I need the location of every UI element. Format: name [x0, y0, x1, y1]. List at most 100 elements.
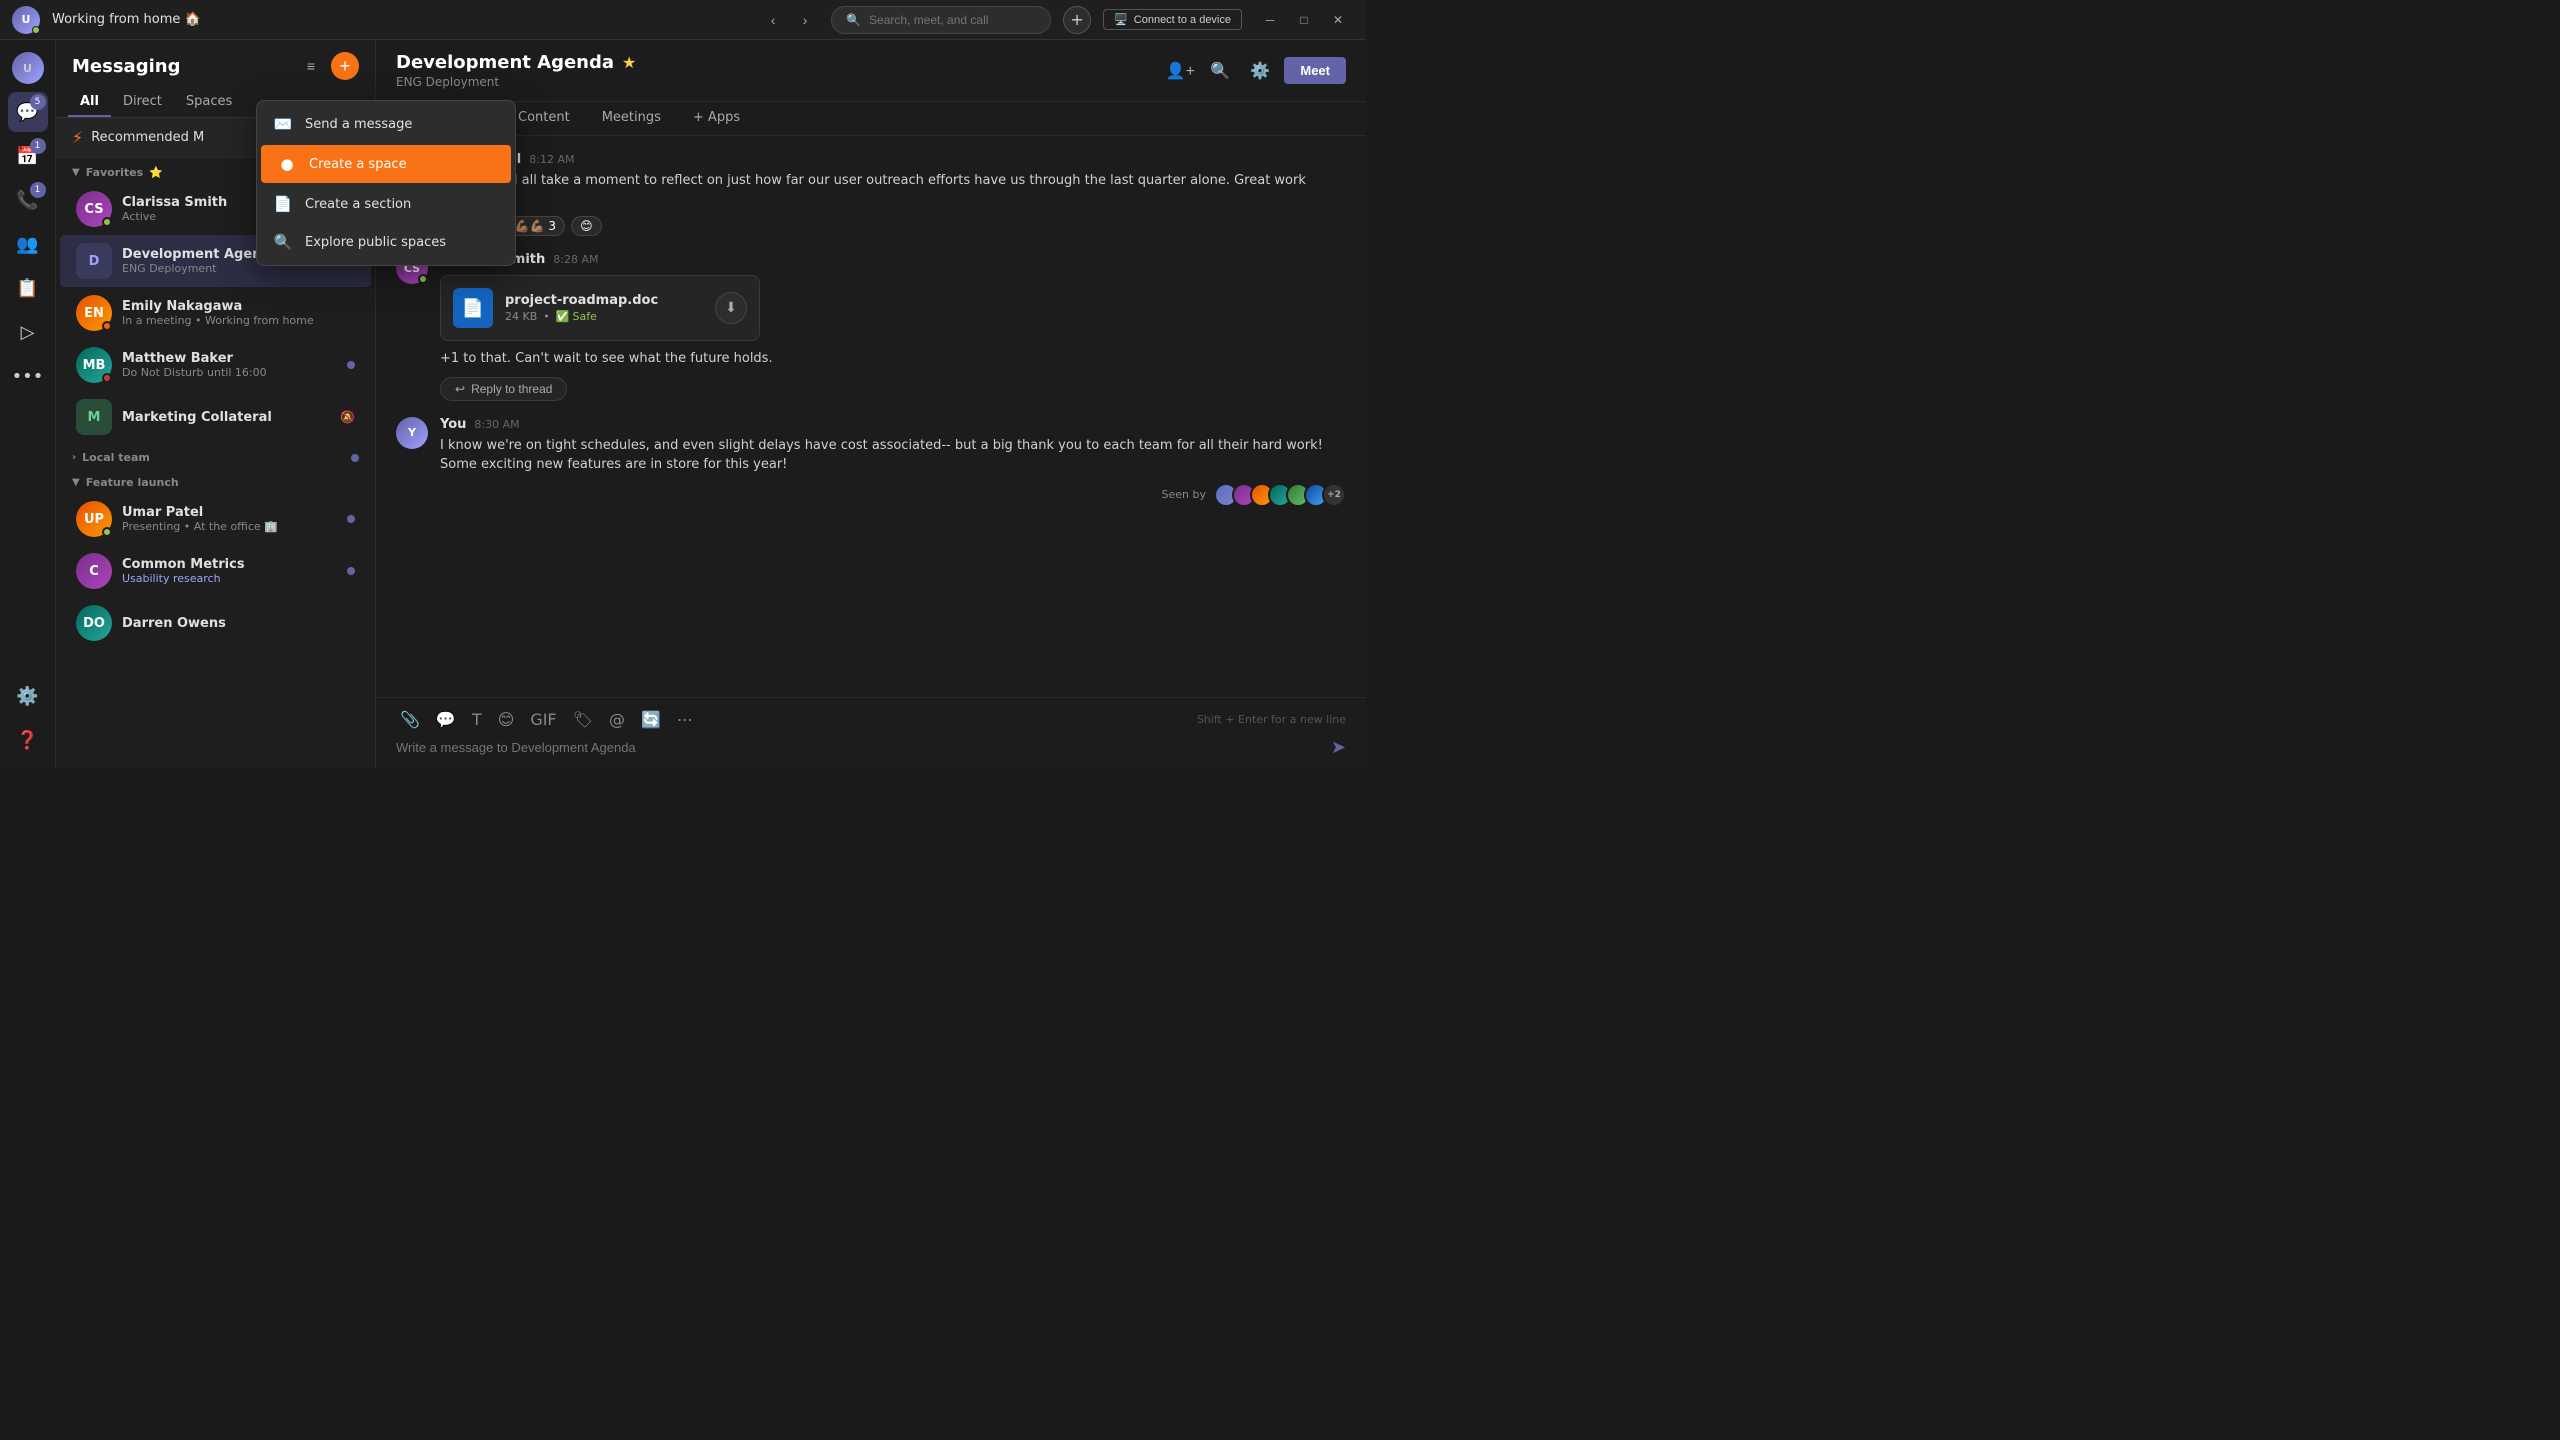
add-member-button[interactable]: 👤+ [1164, 55, 1196, 87]
sidebar-item-help[interactable]: ❓ [8, 720, 48, 760]
emoji-icon[interactable]: 😊 [494, 708, 519, 731]
settings-chat-button[interactable]: ⚙️ [1244, 55, 1276, 87]
rail-avatar[interactable]: U [8, 48, 48, 88]
new-message-button[interactable]: + [331, 52, 359, 80]
chat-title-row: Development Agenda ★ [396, 52, 636, 73]
mention-icon[interactable]: @ [605, 708, 629, 731]
chat-tab-add-apps[interactable]: + Apps [677, 102, 756, 135]
user-avatar[interactable]: U [12, 6, 40, 34]
add-button[interactable]: + [1063, 6, 1091, 34]
list-item[interactable]: EN Emily Nakagawa In a meeting • Working… [60, 287, 371, 339]
convo-info: Marketing Collateral [122, 410, 330, 425]
sidebar-item-chat[interactable]: 💬 5 [8, 92, 48, 132]
local-team-section[interactable]: › Local team [56, 443, 375, 468]
tasks-icon: 📋 [16, 278, 38, 299]
user-profile-avatar: U [12, 52, 44, 84]
thread-icon[interactable]: 💬 [432, 708, 460, 731]
sidebar-item-calls[interactable]: 📞 1 [8, 180, 48, 220]
filter-button[interactable]: ≡ [297, 52, 325, 80]
local-team-label: Local team [82, 451, 150, 464]
sidebar-item-deploy[interactable]: ▷ [8, 312, 48, 352]
messages-area: UP Umar Patel 8:12 AM k we should all ta… [376, 136, 1366, 697]
search-bar[interactable]: 🔍 [831, 6, 1051, 34]
message-text: k we should all take a moment to reflect… [440, 171, 1346, 210]
convo-info: Matthew Baker Do Not Disturb until 16:00 [122, 351, 337, 379]
list-item[interactable]: C Common Metrics Usability research [60, 545, 371, 597]
close-button[interactable]: ✕ [1322, 6, 1354, 34]
back-button[interactable]: ‹ [759, 6, 787, 34]
send-button[interactable]: ➤ [1331, 737, 1346, 758]
format-icon[interactable]: T [468, 708, 486, 731]
search-input[interactable] [869, 13, 1036, 27]
convo-info: Umar Patel Presenting • At the office 🏢 [122, 505, 337, 533]
explore-spaces-icon: 🔍 [273, 233, 293, 251]
convo-avatar: EN [76, 295, 112, 331]
tab-direct[interactable]: Direct [111, 88, 174, 117]
chat-header: Development Agenda ★ ENG Deployment 👤+ 🔍… [376, 40, 1366, 102]
search-chat-button[interactable]: 🔍 [1204, 55, 1236, 87]
file-meta: 24 KB • ✅ Safe [505, 310, 703, 323]
recommended-icon: ⚡ [72, 128, 83, 147]
window-controls: ─ □ ✕ [1254, 6, 1354, 34]
reply-to-thread-button[interactable]: ↩ Reply to thread [440, 377, 567, 401]
maximize-button[interactable]: □ [1288, 6, 1320, 34]
forward-button[interactable]: › [791, 6, 819, 34]
list-item[interactable]: DO Darren Owens [60, 597, 371, 649]
list-item[interactable]: M Marketing Collateral 🔕 [60, 391, 371, 443]
calls-badge: 1 [30, 182, 46, 198]
sidebar-item-settings[interactable]: ⚙️ [8, 676, 48, 716]
convo-avatar: D [76, 243, 112, 279]
avatar-initials: U [22, 13, 31, 26]
tab-spaces[interactable]: Spaces [174, 88, 244, 117]
download-button[interactable]: ⬇ [715, 292, 747, 324]
convo-sub: Usability research [122, 572, 337, 585]
compose-input-row: ➤ [396, 737, 1346, 758]
messaging-panel: Messaging ≡ + All Direct Spaces ⚡ Recomm… [56, 40, 376, 768]
meet-button[interactable]: Meet [1284, 57, 1346, 84]
convo-name: Matthew Baker [122, 351, 337, 366]
reaction-smile[interactable]: 😊 [571, 216, 602, 236]
chat-title: Development Agenda [396, 52, 614, 73]
minimize-button[interactable]: ─ [1254, 6, 1286, 34]
help-icon: ❓ [16, 730, 38, 751]
feature-launch-section[interactable]: ▼ Feature launch [56, 468, 375, 493]
message-content: You 8:30 AM I know we're on tight schedu… [440, 417, 1346, 507]
dropdown-explore-spaces[interactable]: 🔍 Explore public spaces [257, 223, 515, 261]
gif-icon[interactable]: GIF [526, 708, 560, 731]
message-text: I know we're on tight schedules, and eve… [440, 436, 1346, 475]
monitor-icon: 🖥️ [1114, 13, 1128, 26]
list-item[interactable]: MB Matthew Baker Do Not Disturb until 16… [60, 339, 371, 391]
list-item[interactable]: UP Umar Patel Presenting • At the office… [60, 493, 371, 545]
messaging-actions: ≡ + [297, 52, 359, 80]
feature-launch-label: Feature launch [86, 476, 179, 489]
sticker-icon[interactable]: 🏷 [569, 708, 597, 731]
recommended-label: Recommended M [91, 130, 204, 145]
sidebar-item-calendar[interactable]: 📅 1 [8, 136, 48, 176]
dropdown-send-message[interactable]: ✉️ Send a message [257, 105, 515, 143]
connect-device-button[interactable]: 🖥️ Connect to a device [1103, 9, 1242, 30]
message-content: Clarissa Smith 8:28 AM 📄 project-roadmap… [440, 252, 1346, 401]
reactions: ❤️ 1 💪🏽💪🏽💪🏽 3 😊 [440, 216, 1346, 236]
status-dot [102, 217, 112, 227]
convo-avatar: DO [76, 605, 112, 641]
sidebar-item-tasks[interactable]: 📋 [8, 268, 48, 308]
convo-name: Common Metrics [122, 557, 337, 572]
sidebar-item-more[interactable]: ••• [8, 356, 48, 396]
loop-icon[interactable]: 🔄 [637, 708, 665, 731]
sidebar-item-people[interactable]: 👥 [8, 224, 48, 264]
section-unread [351, 454, 359, 462]
message-time: 8:28 AM [553, 253, 598, 266]
dropdown-create-section[interactable]: 📄 Create a section [257, 185, 515, 223]
chat-tab-meetings[interactable]: Meetings [586, 102, 677, 135]
tab-all[interactable]: All [68, 88, 111, 117]
compose-input[interactable] [396, 740, 1323, 755]
more-options-icon[interactable]: ⋯ [673, 708, 697, 731]
dropdown-create-space[interactable]: ● Create a space [261, 145, 511, 183]
attach-icon[interactable]: 📎 [396, 708, 424, 731]
convo-sub: Presenting • At the office 🏢 [122, 520, 337, 533]
message-time: 8:30 AM [474, 418, 519, 431]
file-card: 📄 project-roadmap.doc 24 KB • ✅ Safe [440, 275, 760, 341]
icon-rail: U 💬 5 📅 1 📞 1 👥 📋 ▷ ••• ⚙️ [0, 40, 56, 768]
seen-label: Seen by [1162, 488, 1206, 501]
message-time: 8:12 AM [529, 153, 574, 166]
